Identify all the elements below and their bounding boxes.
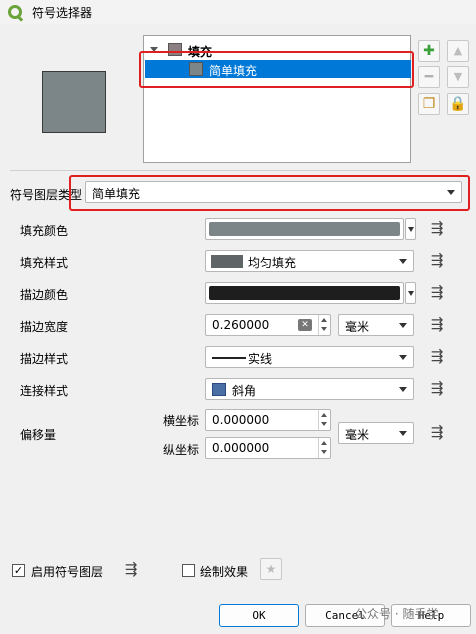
qgis-logo-icon: [8, 5, 22, 19]
fill-style-select[interactable]: 均匀填充: [205, 250, 414, 272]
move-down-button[interactable]: ▼: [447, 66, 469, 88]
move-up-button[interactable]: ▲: [447, 40, 469, 62]
join-style-select[interactable]: 斜角: [205, 378, 414, 400]
stroke-width-input[interactable]: 0.260000 ✕: [205, 314, 331, 336]
data-defined-override-icon[interactable]: ⇶: [426, 251, 448, 271]
ok-button[interactable]: OK: [219, 604, 299, 627]
watermark: 公众号 · 随手学: [355, 607, 439, 621]
offset-y-label: 纵坐标: [163, 443, 200, 457]
stroke-color-button[interactable]: [205, 282, 404, 304]
spin-buttons[interactable]: [318, 410, 330, 430]
fill-color-label: 填充颜色: [20, 224, 69, 238]
stroke-style-select[interactable]: 实线: [205, 346, 414, 368]
stroke-style-value: 实线: [248, 352, 273, 366]
join-style-label: 连接样式: [20, 384, 69, 398]
effects-star-icon[interactable]: ★: [260, 558, 282, 580]
stroke-color-menu[interactable]: [405, 282, 416, 304]
clear-icon[interactable]: ✕: [298, 319, 312, 331]
offset-unit: 毫米: [345, 428, 370, 442]
spin-buttons[interactable]: [318, 315, 330, 335]
offset-label: 偏移量: [20, 428, 57, 442]
fill-style-label: 填充样式: [20, 256, 69, 270]
stroke-color-label: 描边颜色: [20, 288, 69, 302]
solid-line-icon: [212, 357, 246, 359]
divider: [10, 170, 466, 171]
data-defined-override-icon[interactable]: ⇶: [426, 315, 448, 335]
highlight-box-layer-type: [69, 175, 470, 211]
stroke-width-value: 0.260000: [212, 318, 270, 332]
fill-style-value: 均匀填充: [248, 256, 297, 270]
remove-layer-button[interactable]: ━: [418, 66, 440, 88]
enable-layer-label: 启用符号图层: [31, 565, 104, 579]
fill-style-icon: [211, 255, 243, 268]
chevron-down-icon: [399, 355, 407, 360]
add-layer-button[interactable]: ✚: [418, 40, 440, 62]
window-title: 符号选择器: [32, 6, 93, 20]
offset-x-label: 横坐标: [163, 414, 200, 428]
draw-effects-label: 绘制效果: [200, 565, 249, 579]
draw-effects-checkbox[interactable]: [182, 564, 195, 577]
highlight-box-tree: [139, 51, 414, 88]
chevron-down-icon: [399, 259, 407, 264]
stroke-style-label: 描边样式: [20, 352, 69, 366]
chevron-down-icon: [399, 323, 407, 328]
lock-icon[interactable]: 🔒: [447, 93, 469, 115]
data-defined-override-icon[interactable]: ⇶: [120, 560, 142, 580]
title-bar: 符号选择器: [0, 0, 476, 24]
stroke-width-unit: 毫米: [345, 320, 370, 334]
enable-layer-checkbox[interactable]: ✓: [12, 564, 25, 577]
offset-x-value: 0.000000: [212, 413, 270, 427]
duplicate-layer-icon[interactable]: ❐: [418, 93, 440, 115]
offset-y-input[interactable]: 0.000000: [205, 437, 331, 459]
data-defined-override-icon[interactable]: ⇶: [426, 283, 448, 303]
symbol-preview: [42, 71, 106, 133]
stroke-width-unit-select[interactable]: 毫米: [338, 314, 414, 336]
chevron-down-icon: [399, 387, 407, 392]
offset-unit-select[interactable]: 毫米: [338, 422, 414, 444]
join-style-value: 斜角: [232, 384, 257, 398]
stroke-width-label: 描边宽度: [20, 320, 69, 334]
fill-color-swatch: [209, 222, 400, 236]
data-defined-override-icon[interactable]: ⇶: [426, 423, 448, 443]
fill-color-button[interactable]: [205, 218, 404, 240]
stroke-color-swatch: [209, 286, 400, 300]
chevron-down-icon: [399, 431, 407, 436]
fill-color-menu[interactable]: [405, 218, 416, 240]
spin-buttons[interactable]: [318, 438, 330, 458]
data-defined-override-icon[interactable]: ⇶: [426, 219, 448, 239]
bevel-join-icon: [212, 383, 226, 396]
data-defined-override-icon[interactable]: ⇶: [426, 379, 448, 399]
offset-y-value: 0.000000: [212, 441, 270, 455]
offset-x-input[interactable]: 0.000000: [205, 409, 331, 431]
data-defined-override-icon[interactable]: ⇶: [426, 347, 448, 367]
